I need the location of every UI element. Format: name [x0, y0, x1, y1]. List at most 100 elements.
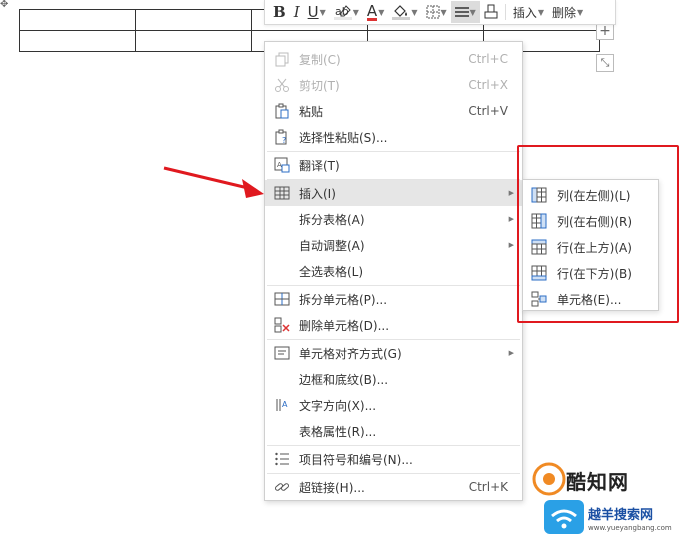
menu-item-borders-shading[interactable]: 边框和底纹(B)... — [265, 366, 522, 392]
menu-item-copy[interactable]: 复制(C) Ctrl+C — [265, 46, 522, 72]
menu-item-cut[interactable]: 剪切(T) Ctrl+X — [265, 72, 522, 98]
underline-button[interactable]: U ▼ — [304, 1, 330, 23]
watermark-title: 酷知网 — [566, 470, 629, 494]
submenu-arrow-icon: ▶ — [508, 189, 514, 197]
table-cell[interactable] — [135, 9, 252, 31]
watermark-url: www.yueyangbang.com — [588, 524, 672, 532]
table-cell[interactable] — [19, 9, 136, 31]
chevron-down-icon: ▼ — [577, 7, 584, 17]
menu-item-hyperlink[interactable]: 超链接(H)... Ctrl+K — [265, 474, 522, 500]
menu-item-paste-special[interactable]: ? 选择性粘贴(S)... — [265, 124, 522, 150]
menu-item-shortcut: Ctrl+K — [468, 480, 508, 494]
watermark-wifi-icon — [544, 500, 584, 534]
svg-text:A: A — [277, 161, 282, 169]
toolbar-divider — [504, 4, 506, 20]
menu-item-shortcut: Ctrl+V — [468, 104, 508, 118]
menu-item-label: 单元格对齐方式(G) — [299, 346, 402, 361]
menu-item-label: 剪切(T) — [299, 78, 340, 93]
submenu-arrow-icon: ▶ — [508, 241, 514, 249]
mini-toolbar: B I U ▼ ab ▼ A ▼ ▼ ▼ ▼ 插入 ▼ 删除 ▼ — [264, 0, 616, 25]
highlight-button[interactable]: ab ▼ — [330, 1, 363, 23]
menu-item-label: 超链接(H)... — [299, 480, 365, 495]
menu-item-label: 选择性粘贴(S)... — [299, 130, 388, 145]
menu-item-select-table[interactable]: 全选表格(L) — [265, 258, 522, 284]
menu-item-label: 翻译(T) — [299, 158, 340, 173]
menu-item-label: 插入(I) — [299, 186, 336, 201]
translate-icon: A — [274, 157, 290, 173]
menu-item-cell-alignment[interactable]: 单元格对齐方式(G) ▶ — [265, 340, 522, 366]
copy-icon — [275, 52, 289, 67]
menu-item-label: 自动调整(A) — [299, 238, 365, 253]
menu-item-shortcut: Ctrl+C — [468, 52, 508, 66]
menu-item-label: 拆分表格(A) — [299, 212, 365, 227]
paste-icon — [275, 103, 289, 119]
fill-color-button[interactable]: ▼ — [388, 1, 421, 23]
context-menu: 复制(C) Ctrl+C 剪切(T) Ctrl+X 粘贴 Ctrl+V ? 选择… — [264, 41, 523, 501]
italic-button[interactable]: I — [290, 1, 304, 23]
format-painter-icon — [484, 4, 498, 19]
cell-align-icon — [274, 346, 290, 360]
menu-item-split-cells[interactable]: 拆分单元格(P)... — [265, 286, 522, 312]
annotation-highlight-box — [517, 145, 679, 323]
align-justify-icon — [454, 7, 469, 17]
menu-item-label: 项目符号和编号(N)... — [299, 452, 413, 467]
bold-button[interactable]: B — [269, 1, 290, 23]
annotation-arrow-icon — [163, 166, 264, 198]
menu-item-label: 拆分单元格(P)... — [299, 292, 388, 307]
menu-item-label: 全选表格(L) — [299, 264, 364, 279]
menu-item-label: 删除单元格(D)... — [299, 318, 390, 333]
menu-item-paste[interactable]: 粘贴 Ctrl+V — [265, 98, 522, 124]
insert-dropdown-button[interactable]: 插入 ▼ — [509, 1, 548, 23]
menu-item-text-direction[interactable]: A 文字方向(X)... — [265, 392, 522, 418]
text-direction-icon: A — [276, 399, 288, 411]
chevron-down-icon: ▼ — [319, 7, 326, 17]
menu-item-label: 复制(C) — [299, 52, 341, 67]
menu-item-translate[interactable]: A 翻译(T) — [265, 152, 522, 178]
chevron-down-icon: ▼ — [537, 7, 544, 17]
delete-cells-icon — [274, 317, 290, 333]
watermark: 酷知网 越羊搜索网 www.yueyangbang.com — [530, 462, 690, 537]
menu-item-label: 表格属性(R)... — [299, 424, 377, 439]
chevron-down-icon: ▼ — [378, 7, 385, 17]
menu-item-label: 边框和底纹(B)... — [299, 372, 389, 387]
insert-dropdown-label: 插入 — [512, 5, 537, 20]
submenu-arrow-icon: ▶ — [508, 349, 514, 357]
table-resize-icon[interactable]: ⤡ — [596, 54, 614, 72]
submenu-arrow-icon: ▶ — [508, 215, 514, 223]
menu-item-auto-fit[interactable]: 自动调整(A) ▶ — [265, 232, 522, 258]
menu-item-split-table[interactable]: 拆分表格(A) ▶ — [265, 206, 522, 232]
table-cell[interactable] — [19, 30, 136, 52]
menu-item-shortcut: Ctrl+X — [468, 78, 508, 92]
chevron-down-icon: ▼ — [440, 7, 447, 17]
table-cell[interactable] — [135, 30, 252, 52]
paste-special-icon: ? — [275, 129, 287, 145]
split-cells-icon — [274, 292, 290, 306]
underline-icon: U — [307, 3, 319, 21]
chevron-down-icon: ▼ — [411, 7, 418, 17]
highlighter-icon: ab — [333, 5, 352, 20]
delete-dropdown-button[interactable]: 删除 ▼ — [548, 1, 587, 23]
chevron-down-icon: ▼ — [469, 7, 476, 17]
menu-item-delete-cells[interactable]: 删除单元格(D)... — [265, 312, 522, 338]
align-button[interactable]: ▼ — [450, 1, 480, 23]
border-grid-icon — [426, 5, 439, 19]
menu-item-bullets-numbering[interactable]: 项目符号和编号(N)... — [265, 446, 522, 472]
menu-item-label: 文字方向(X)... — [299, 398, 377, 413]
delete-dropdown-label: 删除 — [551, 5, 576, 20]
table-insert-icon — [274, 186, 290, 200]
menu-item-table-properties[interactable]: 表格属性(R)... — [265, 418, 522, 444]
watermark-logo-icon — [532, 462, 566, 496]
svg-text:A: A — [282, 400, 288, 409]
menu-item-label: 粘贴 — [299, 104, 324, 119]
watermark-subtitle: 越羊搜索网 — [588, 508, 654, 523]
hyperlink-icon — [274, 483, 290, 491]
menu-item-insert[interactable]: 插入(I) ▶ — [265, 180, 522, 206]
chevron-down-icon: ▼ — [352, 7, 359, 17]
svg-text:?: ? — [282, 136, 286, 145]
paint-bucket-icon — [392, 5, 411, 20]
table-move-handle-icon[interactable]: ✥ — [0, 0, 14, 10]
scissors-icon — [275, 78, 289, 92]
format-painter-button[interactable] — [480, 1, 502, 23]
font-color-button[interactable]: A ▼ — [363, 1, 388, 23]
borders-button[interactable]: ▼ — [422, 1, 451, 23]
